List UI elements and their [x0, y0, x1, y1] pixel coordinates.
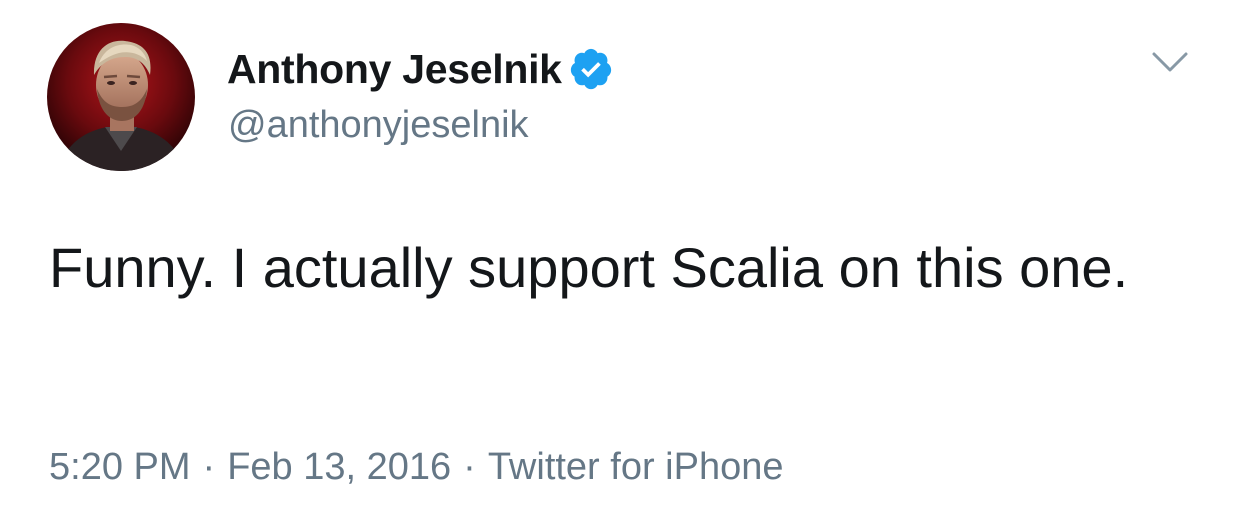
meta-separator: · [463, 446, 476, 488]
author-handle[interactable]: @anthonyjeselnik [228, 104, 529, 147]
meta-separator: · [202, 446, 216, 488]
chevron-down-icon[interactable] [1150, 48, 1190, 78]
avatar-image [47, 23, 195, 171]
display-name[interactable]: Anthony Jeselnik [227, 46, 562, 93]
avatar[interactable] [47, 23, 195, 171]
tweet-meta: 5:20 PM · Feb 13, 2016 · Twitter for iPh… [49, 446, 784, 489]
tweet-date[interactable]: Feb 13, 2016 [227, 446, 451, 489]
tweet-card: Anthony Jeselnik @anthonyjeselnik Funny.… [0, 0, 1242, 532]
author-name-row: Anthony Jeselnik [227, 42, 614, 96]
verified-badge-icon [568, 46, 614, 92]
tweet-text: Funny. I actually support Scalia on this… [49, 236, 1129, 299]
tweet-source[interactable]: Twitter for iPhone [488, 446, 784, 489]
tweet-time[interactable]: 5:20 PM [49, 446, 191, 489]
